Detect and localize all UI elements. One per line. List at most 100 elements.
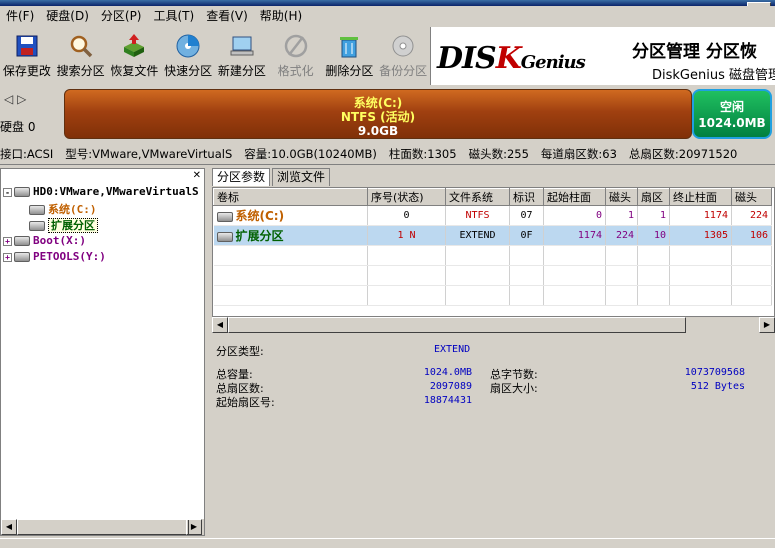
menu-partition[interactable]: 分区(P) xyxy=(95,6,148,26)
col-index-status[interactable]: 序号(状态) xyxy=(367,188,446,206)
partition-table: 卷标 序号(状态) 文件系统 标识 起始柱面 磁头 扇区 终止柱面 磁头 系统(… xyxy=(212,187,775,317)
cell-start-cylinder: 1174 xyxy=(543,225,606,246)
col-volume-label[interactable]: 卷标 xyxy=(213,188,368,206)
close-icon[interactable]: ✕ xyxy=(193,170,201,181)
delete-icon xyxy=(340,37,359,58)
menu-disk[interactable]: 硬盘(D) xyxy=(40,6,95,26)
collapse-icon[interactable]: - xyxy=(3,187,12,197)
partition-block-free[interactable]: 空闲 1024.0MB xyxy=(692,89,772,139)
col-end-cylinder[interactable]: 终止柱面 xyxy=(669,188,732,206)
divider xyxy=(0,164,775,165)
menu-tools[interactable]: 工具(T) xyxy=(148,6,201,26)
detail-capacity-value: 1024.0MB xyxy=(423,367,472,378)
tree-item-boot-x[interactable]: + Boot(X:) xyxy=(3,234,86,247)
banner-headline: 分区管理 分区恢 xyxy=(632,42,757,62)
disk-info-line: 接口:ACSI 型号:VMware,VMwareVirtualS 容量:10.0GB… xyxy=(0,146,775,162)
tree-horizontal-scrollbar[interactable]: ◀ ▶ xyxy=(1,519,204,535)
tree-item-extended[interactable]: 扩展分区 xyxy=(29,217,98,233)
cell-end-head: 224 xyxy=(731,205,772,226)
partition-block-name: 系统(C:) xyxy=(353,96,403,110)
logo-dis: DIS xyxy=(437,41,497,76)
tree-item-label: Boot(X:) xyxy=(33,234,86,247)
info-model: 型号:VMware,VMwareVirtualS xyxy=(65,147,233,161)
search-partition-button[interactable]: 搜索分区 xyxy=(54,27,108,85)
tab-browse-files[interactable]: 浏览文件 xyxy=(272,168,331,186)
expand-icon[interactable]: + xyxy=(3,236,12,246)
quick-partition-label: 快速分区 xyxy=(164,64,213,78)
hard-disk-icon xyxy=(14,252,30,262)
menu-file[interactable]: 件(F) xyxy=(0,6,40,26)
save-changes-button[interactable]: 保存更改 xyxy=(0,27,54,85)
scroll-left-icon[interactable]: ◀ xyxy=(1,519,17,535)
detail-sector-size-label: 扇区大小: xyxy=(490,382,538,395)
info-capacity: 容量:10.0GB(10240MB) xyxy=(244,147,377,161)
table-row-empty xyxy=(213,245,772,266)
tree-item-label: 扩展分区 xyxy=(48,218,98,233)
table-header-row: 卷标 序号(状态) 文件系统 标识 起始柱面 磁头 扇区 终止柱面 磁头 xyxy=(213,188,772,206)
scroll-left-icon[interactable]: ◀ xyxy=(212,317,228,333)
detail-bytes-value: 1073709568 xyxy=(684,367,745,378)
info-heads: 磁头数:255 xyxy=(468,147,529,161)
col-start-cylinder[interactable]: 起始柱面 xyxy=(543,188,606,206)
delete-partition-button[interactable]: 删除分区 xyxy=(323,27,377,85)
format-icon xyxy=(284,34,307,58)
tree-item-hd0[interactable]: - HD0:VMware,VMwareVirtualS xyxy=(3,185,199,198)
cell-end-cylinder: 1305 xyxy=(669,225,732,246)
col-id[interactable]: 标识 xyxy=(509,188,544,206)
detail-start-sector-label: 起始扇区号: xyxy=(216,396,275,409)
col-start-sector[interactable]: 扇区 xyxy=(637,188,670,206)
tree-item-petools-y[interactable]: + PETOOLS(Y:) xyxy=(3,250,106,263)
product-banner: DISKGenius 分区管理 分区恢 DiskGenius 磁盘管理 xyxy=(430,27,775,85)
scrollbar-thumb[interactable] xyxy=(17,519,189,535)
table-horizontal-scrollbar[interactable]: ◀ ▶ xyxy=(212,317,775,333)
search-partition-label: 搜索分区 xyxy=(56,64,105,78)
recover-files-button[interactable]: 恢复文件 xyxy=(108,27,162,85)
col-filesystem[interactable]: 文件系统 xyxy=(445,188,510,206)
cell-filesystem: NTFS xyxy=(445,205,510,226)
info-interface: 接口:ACSI xyxy=(0,147,54,161)
backup-partition-label: 备份分区 xyxy=(379,64,428,78)
cell-end-head: 106 xyxy=(731,225,772,246)
partition-icon xyxy=(216,232,233,242)
backup-partition-button[interactable]: 备份分区 xyxy=(376,27,430,85)
chevron-left-icon[interactable]: ◁ xyxy=(4,92,13,106)
scrollbar-thumb[interactable] xyxy=(228,317,686,333)
hard-disk-icon xyxy=(14,236,30,246)
new-partition-icon xyxy=(230,36,254,56)
disk-nav: ◁ ▷ xyxy=(4,92,26,106)
quick-partition-button[interactable]: 快速分区 xyxy=(161,27,215,85)
table-row-empty xyxy=(213,265,772,286)
table-row[interactable]: 系统(C:) 0 NTFS 07 0 1 1 1174 224 xyxy=(213,205,772,226)
expand-icon[interactable]: + xyxy=(3,252,12,262)
tree-item-system-c[interactable]: 系统(C:) xyxy=(29,201,97,217)
partition-block-system[interactable]: 系统(C:) NTFS (活动) 9.0GB xyxy=(64,89,692,139)
partition-details: 分区类型: EXTEND 总容量: 1024.0MB 总字节数: 1073709… xyxy=(212,335,775,536)
partition-icon xyxy=(29,221,45,231)
menu-help[interactable]: 帮助(H) xyxy=(254,6,308,26)
scroll-right-icon[interactable]: ▶ xyxy=(186,519,202,535)
table-row[interactable]: 扩展分区 1 N EXTEND 0F 1174 224 10 1305 106 xyxy=(213,225,772,246)
partition-block-size: 9.0GB xyxy=(357,124,399,138)
col-end-head[interactable]: 磁头 xyxy=(731,188,772,206)
chevron-right-icon[interactable]: ▷ xyxy=(17,92,26,106)
tree-item-label: PETOOLS(Y:) xyxy=(33,250,106,263)
partition-icon xyxy=(29,205,45,215)
cell-start-sector: 10 xyxy=(637,225,670,246)
cell-start-sector: 1 xyxy=(637,205,670,226)
col-start-head[interactable]: 磁头 xyxy=(605,188,638,206)
disk-label: 硬盘 0 xyxy=(0,120,36,134)
detail-type-value: EXTEND xyxy=(434,344,471,355)
info-total-sectors: 总扇区数:20971520 xyxy=(628,147,738,161)
cell-index: 1 N xyxy=(367,225,446,246)
tab-partition-params[interactable]: 分区参数 xyxy=(212,168,271,186)
new-partition-button[interactable]: 新建分区 xyxy=(215,27,269,85)
cell-id: 07 xyxy=(509,205,544,226)
cell-start-cylinder: 0 xyxy=(543,205,606,226)
banner-subline: DiskGenius 磁盘管理 xyxy=(652,68,775,83)
menu-view[interactable]: 查看(V) xyxy=(200,6,254,26)
scroll-right-icon[interactable]: ▶ xyxy=(759,317,775,333)
free-block-size: 1024.0MB xyxy=(698,116,766,130)
detail-type-label: 分区类型: xyxy=(216,345,264,358)
tree-item-label: 系统(C:) xyxy=(48,203,97,216)
format-button[interactable]: 格式化 xyxy=(269,27,323,85)
